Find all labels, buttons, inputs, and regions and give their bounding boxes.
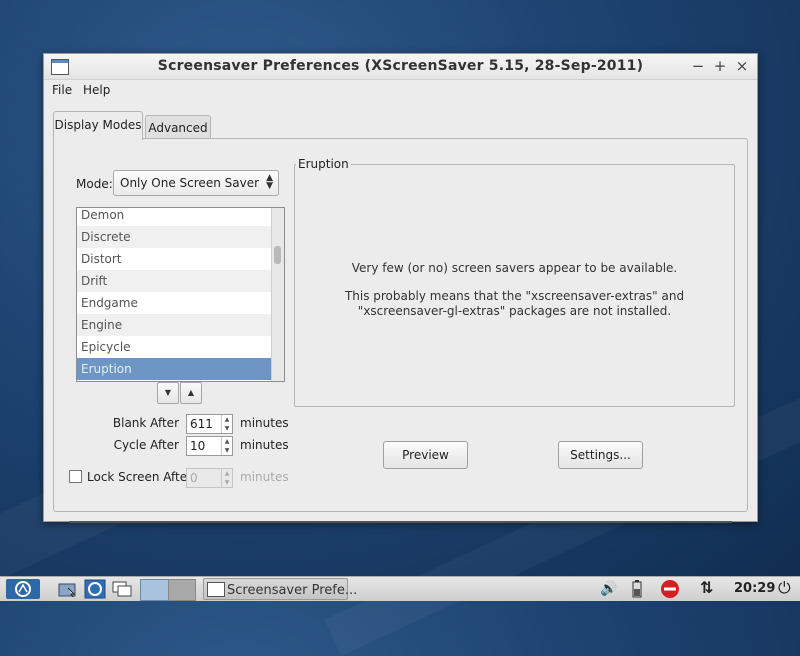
list-scrollbar[interactable] [271,208,284,381]
lock-screen-checkbox[interactable] [69,470,82,483]
lock-after-value: 0 [190,471,198,485]
cycle-after-unit: minutes [240,438,289,452]
display-modes-panel: Mode: Only One Screen Saver ▲ ▼ Demon Dis… [53,138,748,512]
task-label: Screensaver Prefe... [227,583,358,598]
workspace-1[interactable] [140,579,170,601]
network-transfer-icon[interactable]: ⇅ [700,579,722,599]
list-item[interactable]: Distort [77,248,271,270]
lock-after-spinner: 0 ▲ ▼ [186,468,233,488]
blank-after-label: Blank After [112,416,179,430]
blank-after-value: 611 [190,417,213,431]
spinner-arrows-icon: ▲ ▼ [221,469,232,487]
packages-message-line1: This probably means that the "xscreensav… [344,289,685,303]
tab-advanced[interactable]: Advanced [145,115,211,140]
cycle-after-value: 10 [190,439,206,453]
preview-group: Very few (or no) screen savers appear to… [294,164,735,407]
list-item[interactable]: Endgame [77,292,271,314]
volume-icon[interactable]: 🔊 [600,579,622,599]
task-window-icon [207,582,225,597]
list-item[interactable]: Epicycle [77,336,271,358]
battery-icon[interactable] [630,579,644,599]
screensaver-preferences-window: Screensaver Preferences (XScreenSaver 5.… [43,53,758,523]
window-switcher-icon[interactable] [111,579,133,599]
maximize-button[interactable]: + [712,57,728,75]
workspace-2[interactable] [168,579,196,601]
file-manager-icon[interactable] [57,579,79,599]
settings-button[interactable]: Settings... [558,441,643,469]
packages-message-line2: "xscreensaver-gl-extras" packages are no… [357,304,672,318]
list-item[interactable]: Discrete [77,226,271,248]
lock-after-unit: minutes [240,470,289,484]
taskbar: Screensaver Prefe... 🔊 ⇅ 20:29 ⏻ [0,576,800,601]
preview-group-title: Eruption [296,157,351,171]
minimize-button[interactable]: − [690,57,706,75]
window-bottom-edge [69,521,732,523]
spinner-arrows-icon[interactable]: ▲ ▼ [221,437,232,455]
screensaver-list[interactable]: Demon Discrete Distort Drift Endgame Eng… [76,207,285,382]
menu-help[interactable]: Help [83,83,110,97]
mode-select[interactable]: Only One Screen Saver ▲ ▼ [113,170,279,196]
cycle-after-label: Cycle After [113,438,179,452]
browser-icon[interactable] [84,579,106,599]
blank-after-spinner[interactable]: 611 ▲ ▼ [186,414,233,434]
cycle-after-spinner[interactable]: 10 ▲ ▼ [186,436,233,456]
blank-after-unit: minutes [240,416,289,430]
start-menu-button[interactable] [6,579,40,599]
next-saver-button[interactable]: ▼ [157,382,179,404]
no-savers-message: Very few (or no) screen savers appear to… [351,261,678,275]
preview-button[interactable]: Preview [383,441,468,469]
list-item[interactable]: Drift [77,270,271,292]
menu-bar: File Help [44,80,757,100]
list-item[interactable]: Demon [77,208,271,226]
window-title: Screensaver Preferences (XScreenSaver 5.… [157,58,644,74]
select-arrows-icon: ▲ ▼ [266,173,273,191]
arrow-up-icon: ▲ [187,388,195,397]
mode-select-value: Only One Screen Saver [120,176,260,190]
menu-logo-icon [6,579,40,599]
tab-display-modes[interactable]: Display Modes [53,111,143,140]
menu-file[interactable]: File [52,83,72,97]
spinner-arrows-icon[interactable]: ▲ ▼ [221,415,232,433]
list-item-selected[interactable]: Eruption [77,358,271,380]
lock-screen-label: Lock Screen After [87,470,193,484]
close-button[interactable]: × [734,57,750,75]
list-item[interactable]: Engine [77,314,271,336]
arrow-down-icon: ▼ [164,388,172,397]
taskbar-task-screensaver[interactable]: Screensaver Prefe... [203,578,357,600]
no-network-icon[interactable] [659,579,681,599]
title-bar[interactable]: Screensaver Preferences (XScreenSaver 5.… [44,54,757,80]
scrollbar-thumb[interactable] [274,246,281,264]
mode-label: Mode: [76,177,113,191]
power-icon[interactable]: ⏻ [778,579,796,599]
previous-saver-button[interactable]: ▲ [180,382,202,404]
clock[interactable]: 20:29 [734,581,775,596]
